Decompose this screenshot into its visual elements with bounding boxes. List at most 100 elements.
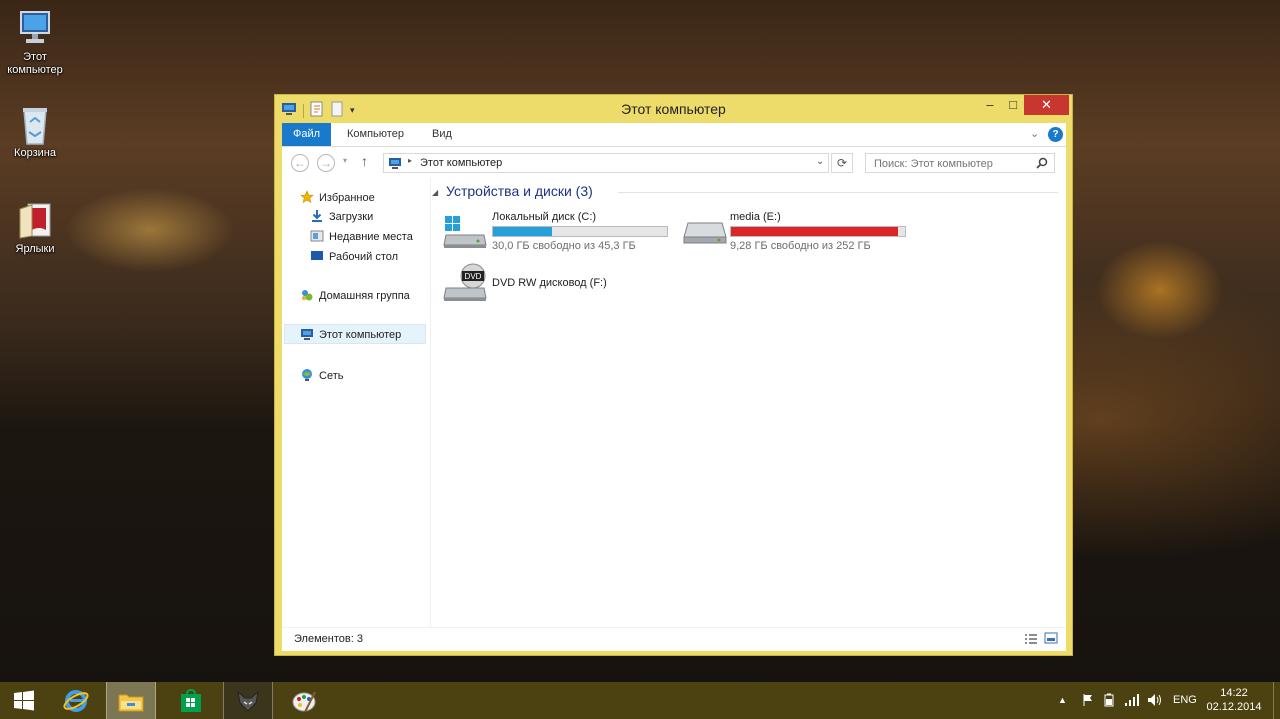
computer-icon (300, 327, 314, 341)
taskbar-store[interactable] (167, 682, 215, 719)
dvd-icon-label: DVD (465, 272, 482, 281)
address-bar[interactable]: ▸ Этот компьютер ⌄ (383, 153, 829, 173)
clock-date: 02.12.2014 (1206, 701, 1262, 713)
battery-icon[interactable] (1102, 682, 1116, 719)
drive-name: Локальный диск (C:) (492, 211, 597, 223)
show-desktop-button[interactable] (1273, 682, 1280, 719)
nav-item-label: Этот компьютер (319, 329, 402, 341)
drive-name: media (E:) (730, 211, 781, 223)
desktop-icon-label: Корзина (14, 147, 56, 159)
taskbar-file-explorer[interactable] (106, 682, 156, 719)
windows-drive-icon (443, 216, 487, 248)
tab-computer[interactable]: Компьютер (336, 123, 415, 146)
expand-ribbon-chevron-icon[interactable]: ⌄ (1030, 127, 1039, 140)
tab-file[interactable]: Файл (282, 123, 332, 146)
nav-item-favorites[interactable]: Избранное (300, 188, 375, 208)
nav-item-label: Избранное (319, 192, 375, 204)
nav-item-label: Загрузки (329, 211, 374, 223)
close-button[interactable]: ✕ (1024, 95, 1069, 115)
group-header-devices[interactable]: Устройства и диски (3) (446, 183, 593, 199)
desktop-icon-shortcuts[interactable]: Ярлыки (0, 200, 70, 256)
drive-usage-bar (492, 226, 668, 237)
address-computer-icon (389, 158, 401, 169)
large-icons-view-icon[interactable] (1044, 632, 1058, 648)
desktop-icon-this-pc[interactable]: Этот компьютер (0, 8, 70, 77)
nav-item-label: Недавние места (329, 231, 413, 243)
nav-item-label: Сеть (319, 370, 344, 382)
nav-item-this-pc[interactable]: Этот компьютер (284, 324, 426, 344)
drive-e[interactable]: media (E:) 9,28 ГБ свободно из 252 ГБ (680, 211, 920, 252)
tab-view[interactable]: Вид (421, 123, 463, 146)
nav-item-network[interactable]: Сеть (300, 366, 343, 386)
help-icon[interactable]: ? (1048, 127, 1063, 142)
group-collapse-chevron-icon[interactable]: ◢ (432, 188, 438, 197)
nav-item-desktop[interactable]: Рабочий стол (310, 247, 398, 267)
taskbar-paint-app[interactable] (280, 682, 328, 719)
nav-item-downloads[interactable]: Загрузки (310, 207, 373, 227)
maximize-button[interactable]: □ (1000, 95, 1026, 115)
breadcrumb-separator-icon[interactable]: ▸ (408, 156, 412, 165)
file-explorer-icon (118, 694, 144, 711)
drive-f[interactable]: DVD DVD RW дисковод (F:) (442, 262, 682, 304)
drive-usage-fill (731, 227, 899, 236)
wifi-signal-icon[interactable] (1124, 682, 1140, 719)
address-history-chevron-icon[interactable]: ⌄ (816, 156, 824, 167)
star-icon (300, 190, 314, 204)
desktop-icon-label: Этот (23, 51, 47, 63)
desktop-icon-label: Ярлыки (15, 243, 55, 255)
nav-item-label: Домашняя группа (319, 290, 410, 302)
drive-free-space: 30,0 ГБ свободно из 45,3 ГБ (492, 240, 636, 252)
desktop-icon-recycle-bin[interactable]: Корзина (0, 104, 70, 160)
nav-item-homegroup[interactable]: Домашняя группа (300, 286, 410, 306)
paint-app-icon (292, 691, 316, 712)
nav-item-label: Рабочий стол (329, 251, 399, 263)
taskbar: ▲ ENG 14:22 02.12.2014 (0, 682, 1280, 719)
taskbar-fox-app[interactable] (223, 682, 273, 719)
recycle-bin-icon (15, 104, 55, 145)
search-box[interactable] (865, 153, 1055, 173)
network-icon (300, 368, 314, 382)
start-button[interactable] (0, 682, 48, 719)
recent-places-icon (310, 229, 324, 243)
content-area: Избранное Загрузки Недавние места Рабочи… (282, 178, 1066, 627)
refresh-button[interactable]: ⟳ (831, 153, 853, 173)
fox-app-icon (237, 690, 259, 712)
nav-item-recent-places[interactable]: Недавние места (310, 227, 413, 247)
volume-icon[interactable] (1147, 682, 1163, 719)
clock-time: 14:22 (1220, 687, 1248, 699)
address-bar-row: ← → ▾ ↑ ▸ Этот компьютер ⌄ ⟳ (282, 147, 1066, 178)
group-divider (618, 192, 1058, 193)
drive-name: DVD RW дисковод (F:) (492, 277, 607, 289)
action-center-flag-icon[interactable] (1082, 682, 1094, 719)
drive-usage-fill (493, 227, 553, 236)
details-view-icon[interactable] (1024, 633, 1038, 648)
ribbon-tabs: Файл Компьютер Вид ⌄ ? (282, 123, 1066, 147)
desktop-icon-label: компьютер (7, 64, 63, 76)
title-bar[interactable]: ▾ Этот компьютер – □ ✕ (275, 95, 1072, 122)
status-bar: Элементов: 3 (282, 627, 1066, 651)
drive-usage-bar (730, 226, 906, 237)
show-hidden-icons-chevron-icon[interactable]: ▲ (1058, 682, 1067, 719)
search-icon[interactable] (1036, 157, 1048, 169)
back-button[interactable]: ← (291, 154, 309, 172)
drive-c[interactable]: Локальный диск (C:) 30,0 ГБ свободно из … (442, 211, 682, 252)
forward-button[interactable]: → (317, 154, 335, 172)
taskbar-internet-explorer[interactable] (52, 682, 100, 719)
recent-locations-chevron-icon[interactable]: ▾ (343, 156, 347, 165)
explorer-window: ▾ Этот компьютер – □ ✕ Файл Компьютер Ви… (274, 94, 1073, 656)
hard-drive-icon (683, 222, 727, 244)
clock[interactable]: 14:22 02.12.2014 (1204, 686, 1264, 714)
navigation-pane: Избранное Загрузки Недавние места Рабочи… (282, 178, 431, 627)
up-button[interactable]: ↑ (361, 153, 368, 169)
homegroup-icon (300, 288, 314, 302)
computer-icon (15, 8, 55, 48)
internet-explorer-icon (63, 689, 89, 712)
items-count: Элементов: 3 (294, 633, 363, 645)
input-language[interactable]: ENG (1173, 682, 1197, 719)
desktop-icon (310, 249, 324, 263)
start-icon (14, 690, 34, 710)
drive-free-space: 9,28 ГБ свободно из 252 ГБ (730, 240, 871, 252)
search-input[interactable] (872, 155, 1036, 173)
shortcuts-folder-icon (15, 200, 55, 240)
breadcrumb-this-pc[interactable]: Этот компьютер (420, 157, 502, 169)
